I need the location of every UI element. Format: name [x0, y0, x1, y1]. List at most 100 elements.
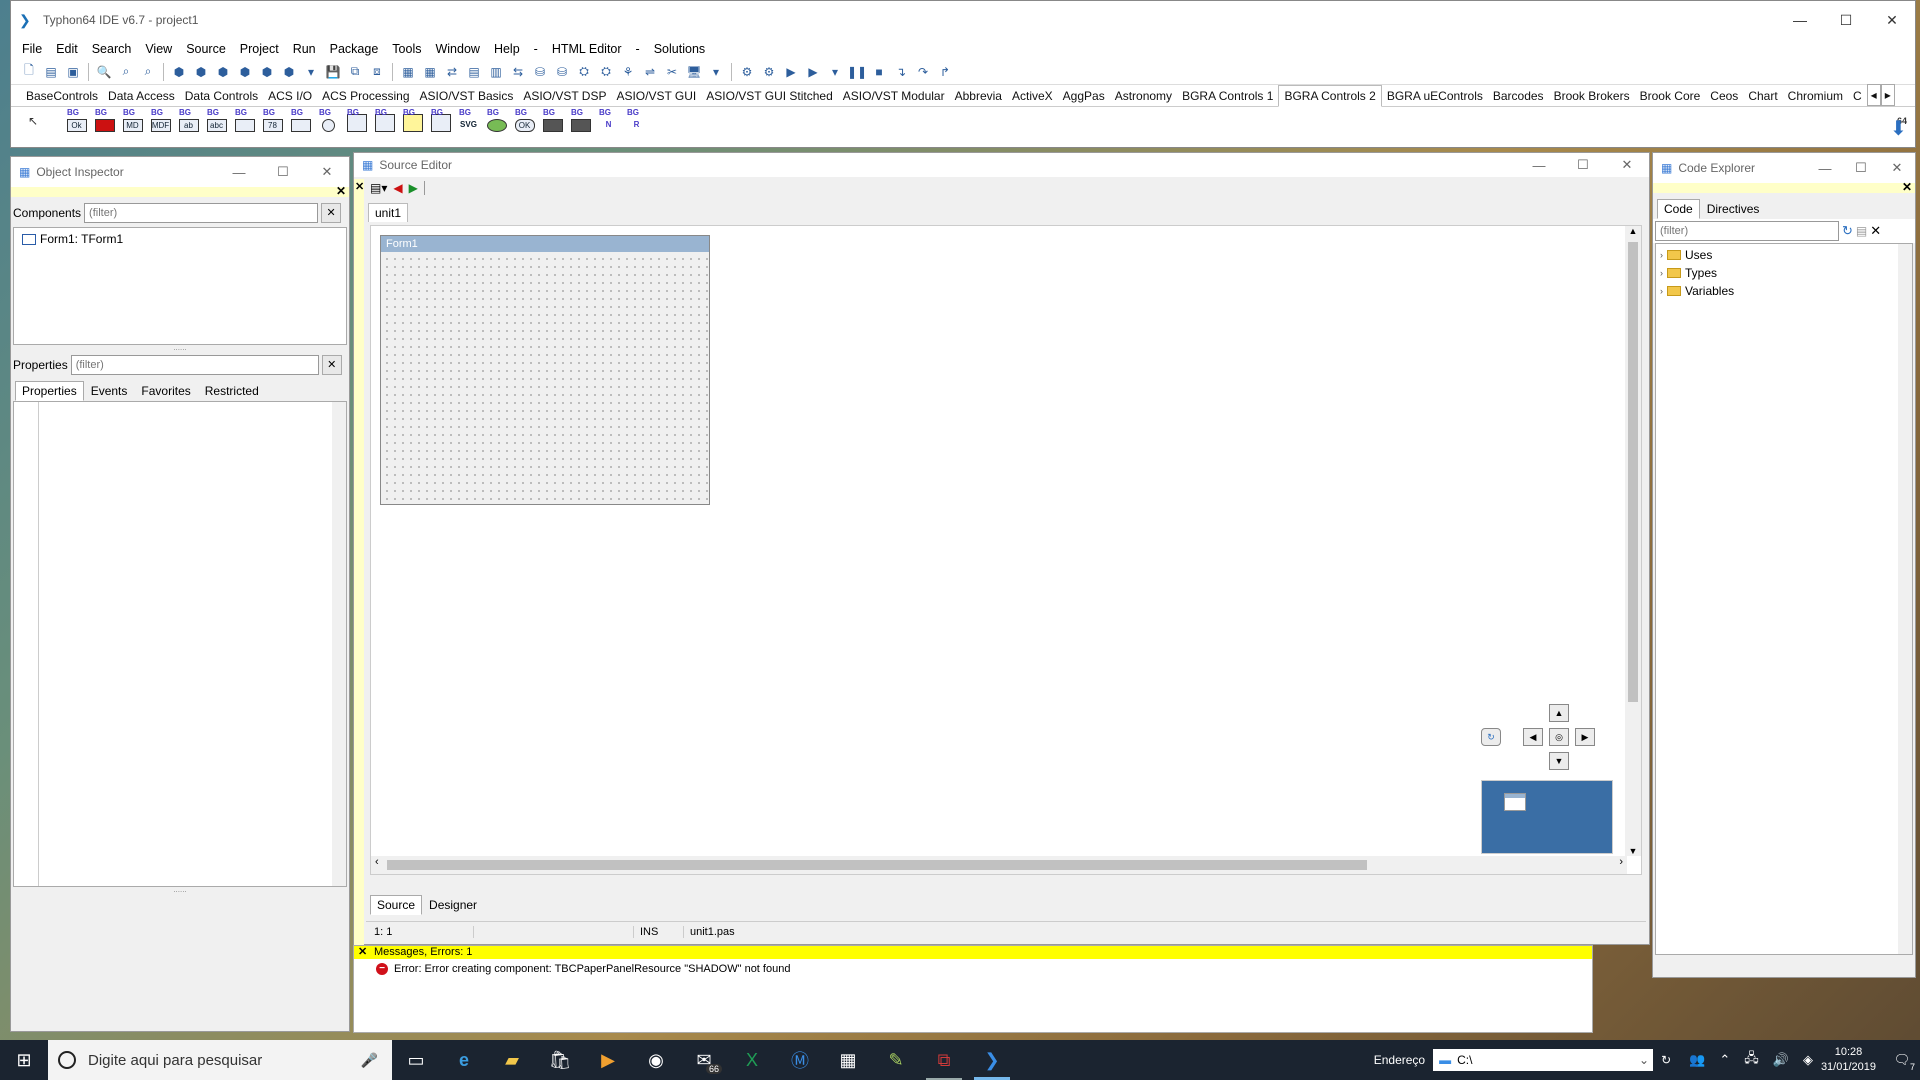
tab-unit1[interactable]: unit1: [368, 203, 409, 222]
palette-component[interactable]: BG: [289, 108, 312, 132]
close-button[interactable]: ✕: [305, 164, 349, 180]
menu-window[interactable]: Window: [428, 39, 486, 59]
refresh-icon[interactable]: ↻: [1481, 728, 1501, 746]
palette-component[interactable]: BG: [485, 108, 508, 132]
windows-start-icon[interactable]: ⊞: [0, 1040, 48, 1080]
edge-icon[interactable]: e: [440, 1040, 488, 1080]
people-icon[interactable]: 👥: [1689, 1052, 1705, 1068]
tab-designer[interactable]: Designer: [422, 895, 484, 915]
tab-source[interactable]: Source: [370, 895, 423, 915]
dropdown-icon[interactable]: ▾: [706, 62, 726, 82]
taskbar-search[interactable]: Digite aqui para pesquisar 🎤: [48, 1040, 392, 1080]
clear-filter-icon[interactable]: ✕: [1870, 223, 1881, 239]
package-install-icon[interactable]: ⬢: [235, 62, 255, 82]
minimize-button[interactable]: —: [217, 165, 261, 180]
package-icon[interactable]: ⬢: [169, 62, 189, 82]
palette-tab-astronomy[interactable]: Astronomy: [1110, 86, 1177, 106]
minimize-button[interactable]: —: [1517, 158, 1561, 173]
filezilla-icon[interactable]: ⧉: [920, 1040, 968, 1080]
vertical-scroll-thumb[interactable]: [1628, 242, 1638, 702]
new-form-icon[interactable]: ▤: [41, 62, 61, 82]
close-icon[interactable]: ✕: [1902, 180, 1912, 194]
close-button[interactable]: ✕: [1605, 157, 1649, 173]
tree-item-form1[interactable]: Form1: TForm1: [14, 230, 346, 248]
find-icon[interactable]: 🔍: [94, 62, 114, 82]
scroll-up-icon[interactable]: ▲: [1625, 226, 1641, 236]
package-build-icon[interactable]: ⬢: [279, 62, 299, 82]
clear-filter-icon[interactable]: ✕: [321, 203, 342, 223]
palette-component[interactable]: BG abc: [205, 108, 228, 132]
project-inspector-icon[interactable]: ▤: [464, 62, 484, 82]
splitter[interactable]: ......: [11, 344, 349, 353]
clock[interactable]: 10:28 31/01/2019: [1821, 1045, 1876, 1075]
palette-tab-bgra-uecontrols[interactable]: BGRA uEControls: [1382, 86, 1488, 106]
selection-pointer-icon[interactable]: ↖: [23, 111, 43, 131]
palette-tab-activex[interactable]: ActiveX: [1007, 86, 1058, 106]
palette-tab-more[interactable]: C: [1848, 86, 1867, 106]
nav-down-icon[interactable]: ▼: [1549, 752, 1569, 770]
maximize-button[interactable]: ☐: [1561, 157, 1605, 173]
palette-component[interactable]: BG: [93, 108, 116, 132]
expand-icon[interactable]: ›: [1660, 268, 1663, 278]
palette-tab-bgra-controls-1[interactable]: BGRA Controls 1: [1177, 86, 1278, 106]
palette-component[interactable]: BG R: [625, 108, 648, 132]
toggle-form-icon[interactable]: ⇄: [442, 62, 462, 82]
palette-tab-bgra-controls-2[interactable]: BGRA Controls 2: [1278, 85, 1382, 107]
menu-run[interactable]: Run: [286, 39, 323, 59]
designer-minimap[interactable]: [1481, 780, 1613, 854]
tray-expand-icon[interactable]: ⌃: [1719, 1052, 1730, 1068]
palette-tab-asio-vst-dsp[interactable]: ASIO/VST DSP: [518, 86, 611, 106]
menu-view[interactable]: View: [138, 39, 179, 59]
menu-solutions[interactable]: Solutions: [647, 39, 712, 59]
palette-scroll-left-icon[interactable]: ◂: [1866, 84, 1881, 106]
menu-package[interactable]: Package: [323, 39, 386, 59]
close-button[interactable]: ✕: [1869, 1, 1915, 39]
palette-scroll-right-icon[interactable]: ▸: [1880, 84, 1895, 106]
palette-component[interactable]: BG: [569, 108, 592, 132]
palette-component[interactable]: BG: [541, 108, 564, 132]
palette-component[interactable]: BG: [373, 108, 396, 132]
vertical-scrollbar[interactable]: ▲ ▼: [1625, 226, 1641, 856]
view-forms-icon[interactable]: ▦: [420, 62, 440, 82]
palette-component[interactable]: BG SVG: [457, 108, 480, 132]
minimize-button[interactable]: —: [1807, 161, 1843, 176]
options-icon[interactable]: ▤: [1856, 224, 1867, 238]
nav-left-icon[interactable]: ◀: [1523, 728, 1543, 746]
dependencies-icon[interactable]: ⛭: [574, 62, 594, 82]
maximize-button[interactable]: ☐: [261, 164, 305, 180]
menu-project[interactable]: Project: [233, 39, 286, 59]
step-over-icon[interactable]: ↷: [913, 62, 933, 82]
arrows-icon[interactable]: ⇌: [640, 62, 660, 82]
address-input[interactable]: ▬ C:\ ⌄: [1433, 1049, 1654, 1071]
palette-tab-acs-io[interactable]: ACS I/O: [263, 86, 317, 106]
palette-tab-asio-vst-gui-stitched[interactable]: ASIO/VST GUI Stitched: [701, 86, 838, 106]
excel-icon[interactable]: X: [728, 1040, 776, 1080]
package-add-icon[interactable]: ⬢: [213, 62, 233, 82]
save-icon[interactable]: 💾: [323, 62, 343, 82]
tree-item-variables[interactable]: › Variables: [1656, 282, 1912, 300]
components-icon[interactable]: ⛭: [596, 62, 616, 82]
view-units-icon[interactable]: ▦: [398, 62, 418, 82]
expand-icon[interactable]: ›: [1660, 250, 1663, 260]
palette-component[interactable]: BG OK: [513, 108, 536, 132]
menu-html-editor[interactable]: HTML Editor: [545, 39, 629, 59]
palette-tab-acs-processing[interactable]: ACS Processing: [317, 86, 414, 106]
maximize-button[interactable]: ☐: [1823, 1, 1869, 39]
properties-grid[interactable]: [13, 401, 347, 887]
nav-up-icon[interactable]: ▲: [1549, 704, 1569, 722]
splitter[interactable]: ......: [11, 886, 349, 895]
close-file-icon[interactable]: ⧈: [367, 62, 387, 82]
properties-scrollbar[interactable]: [332, 402, 346, 886]
palette-tab-asio-vst-basics[interactable]: ASIO/VST Basics: [415, 86, 519, 106]
download-arrow-icon[interactable]: ⬇: [1890, 116, 1907, 141]
file-explorer-icon[interactable]: ▰: [488, 1040, 536, 1080]
save-all-icon[interactable]: ⧉: [345, 62, 365, 82]
build-mode-icon[interactable]: 🖥: [684, 62, 704, 82]
nav-center-icon[interactable]: ◎: [1549, 728, 1569, 746]
media-player-icon[interactable]: ▶: [584, 1040, 632, 1080]
tree-item-types[interactable]: › Types: [1656, 264, 1912, 282]
tab-directives[interactable]: Directives: [1700, 199, 1767, 219]
palette-component[interactable]: BG MD: [121, 108, 144, 132]
tab-code[interactable]: Code: [1657, 199, 1700, 219]
palette-component[interactable]: BG ab: [177, 108, 200, 132]
